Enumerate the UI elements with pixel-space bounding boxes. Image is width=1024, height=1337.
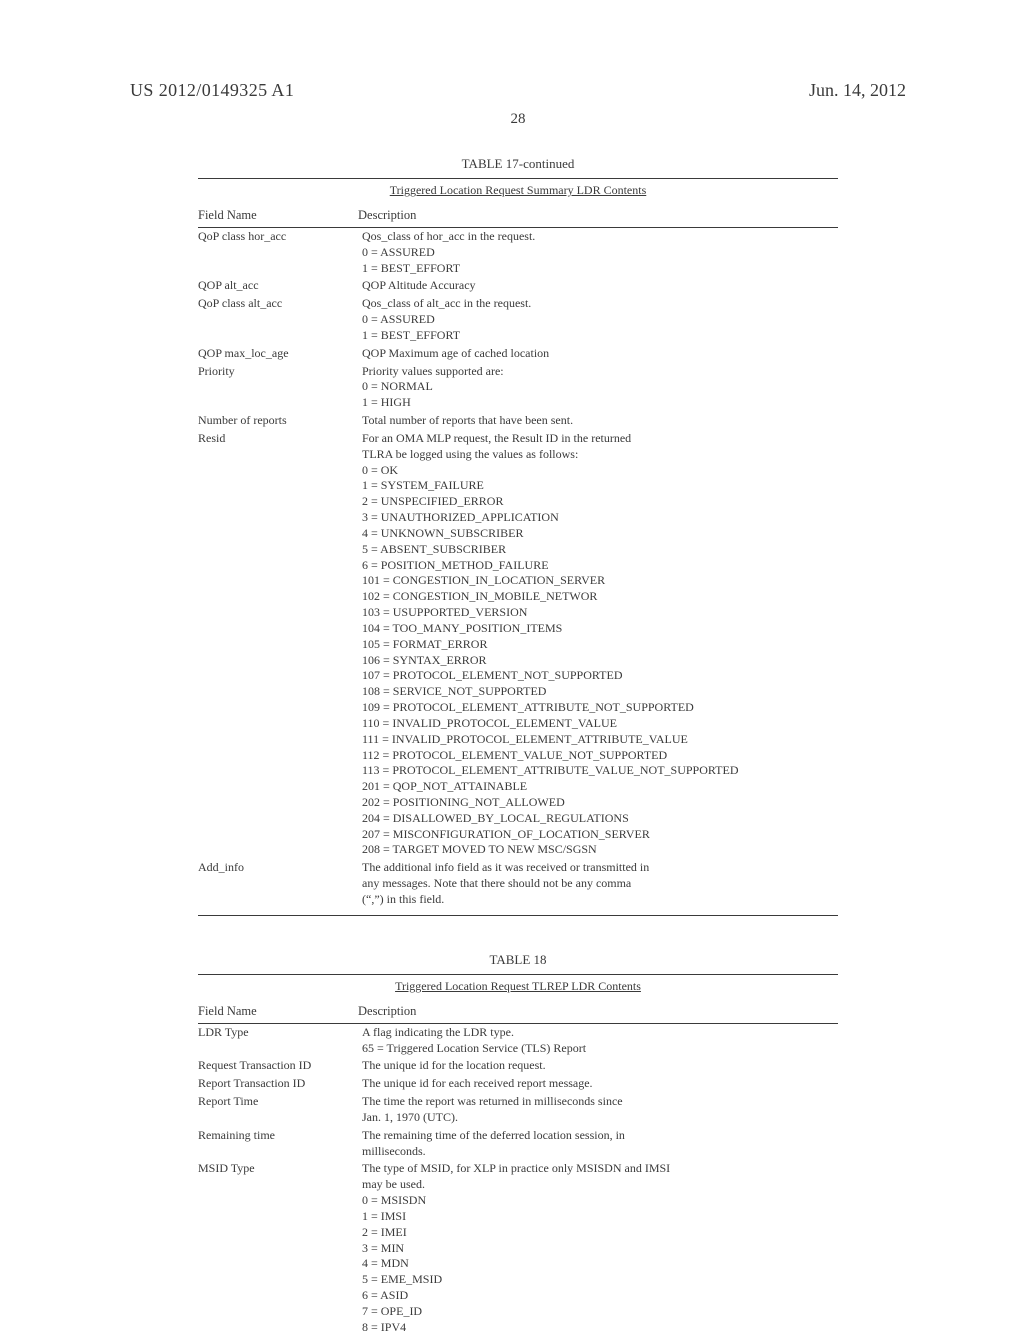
field-name-cell: Resid xyxy=(198,430,362,859)
table-body: QoP class hor_accQos_class of hor_acc in… xyxy=(198,228,838,909)
field-name-cell: MSID Type xyxy=(198,1160,362,1336)
table-row: QoP class alt_accQos_class of alt_acc in… xyxy=(198,295,838,344)
table-row: QOP alt_accQOP Altitude Accuracy xyxy=(198,277,838,295)
page: US 2012/0149325 A1 Jun. 14, 2012 28 TABL… xyxy=(0,0,1024,1320)
table-row: PriorityPriority values supported are:0 … xyxy=(198,363,838,412)
table-row: Report Transaction IDThe unique id for e… xyxy=(198,1075,838,1093)
table-18: TABLE 18 Triggered Location Request TLRE… xyxy=(198,952,838,1337)
table-caption: Triggered Location Request Summary LDR C… xyxy=(198,179,838,204)
field-name-cell: QoP class alt_acc xyxy=(198,295,362,344)
colhead-description: Description xyxy=(358,1004,838,1019)
table-row: QoP class hor_accQos_class of hor_acc in… xyxy=(198,228,838,277)
field-name-cell: Report Time xyxy=(198,1093,362,1127)
table-row: Remaining timeThe remaining time of the … xyxy=(198,1127,838,1161)
description-cell: QOP Altitude Accuracy xyxy=(362,277,838,295)
field-name-cell: Priority xyxy=(198,363,362,412)
table-body: LDR TypeA flag indicating the LDR type.6… xyxy=(198,1024,838,1337)
table-column-header: Field Name Description xyxy=(198,204,838,228)
page-header: US 2012/0149325 A1 Jun. 14, 2012 xyxy=(130,80,906,101)
colhead-field-name: Field Name xyxy=(198,1004,358,1019)
description-cell: The additional info field as it was rece… xyxy=(362,859,838,908)
table-17-continued: TABLE 17-continued Triggered Location Re… xyxy=(198,156,838,916)
description-cell: Qos_class of hor_acc in the request.0 = … xyxy=(362,228,838,277)
field-name-cell: Add_info xyxy=(198,859,362,908)
field-name-cell: Request Transaction ID xyxy=(198,1057,362,1075)
table-row: QOP max_loc_ageQOP Maximum age of cached… xyxy=(198,345,838,363)
table-row: MSID TypeThe type of MSID, for XLP in pr… xyxy=(198,1160,838,1336)
table-row: Report TimeThe time the report was retur… xyxy=(198,1093,838,1127)
field-name-cell: QoP class hor_acc xyxy=(198,228,362,277)
description-cell: The remaining time of the deferred locat… xyxy=(362,1127,838,1161)
description-cell: The time the report was returned in mill… xyxy=(362,1093,838,1127)
publication-number: US 2012/0149325 A1 xyxy=(130,80,294,101)
table-row: Add_infoThe additional info field as it … xyxy=(198,859,838,908)
description-cell: QOP Maximum age of cached location xyxy=(362,345,838,363)
colhead-description: Description xyxy=(358,208,838,223)
description-cell: The unique id for each received report m… xyxy=(362,1075,838,1093)
description-cell: A flag indicating the LDR type.65 = Trig… xyxy=(362,1024,838,1058)
table-column-header: Field Name Description xyxy=(198,1000,838,1024)
table-row: Number of reportsTotal number of reports… xyxy=(198,412,838,430)
colhead-field-name: Field Name xyxy=(198,208,358,223)
field-name-cell: Report Transaction ID xyxy=(198,1075,362,1093)
field-name-cell: QOP alt_acc xyxy=(198,277,362,295)
table-title: TABLE 17-continued xyxy=(198,156,838,172)
field-name-cell: QOP max_loc_age xyxy=(198,345,362,363)
description-cell: Qos_class of alt_acc in the request.0 = … xyxy=(362,295,838,344)
field-name-cell: Number of reports xyxy=(198,412,362,430)
publication-date: Jun. 14, 2012 xyxy=(809,80,906,101)
table-row: LDR TypeA flag indicating the LDR type.6… xyxy=(198,1024,838,1058)
description-cell: The type of MSID, for XLP in practice on… xyxy=(362,1160,838,1336)
field-name-cell: LDR Type xyxy=(198,1024,362,1058)
table-caption: Triggered Location Request TLREP LDR Con… xyxy=(198,975,838,1000)
table-row: ResidFor an OMA MLP request, the Result … xyxy=(198,430,838,859)
table-row: Request Transaction IDThe unique id for … xyxy=(198,1057,838,1075)
field-name-cell: Remaining time xyxy=(198,1127,362,1161)
description-cell: Priority values supported are:0 = NORMAL… xyxy=(362,363,838,412)
description-cell: The unique id for the location request. xyxy=(362,1057,838,1075)
table-title: TABLE 18 xyxy=(198,952,838,968)
page-number: 28 xyxy=(130,111,906,128)
description-cell: Total number of reports that have been s… xyxy=(362,412,838,430)
description-cell: For an OMA MLP request, the Result ID in… xyxy=(362,430,838,859)
